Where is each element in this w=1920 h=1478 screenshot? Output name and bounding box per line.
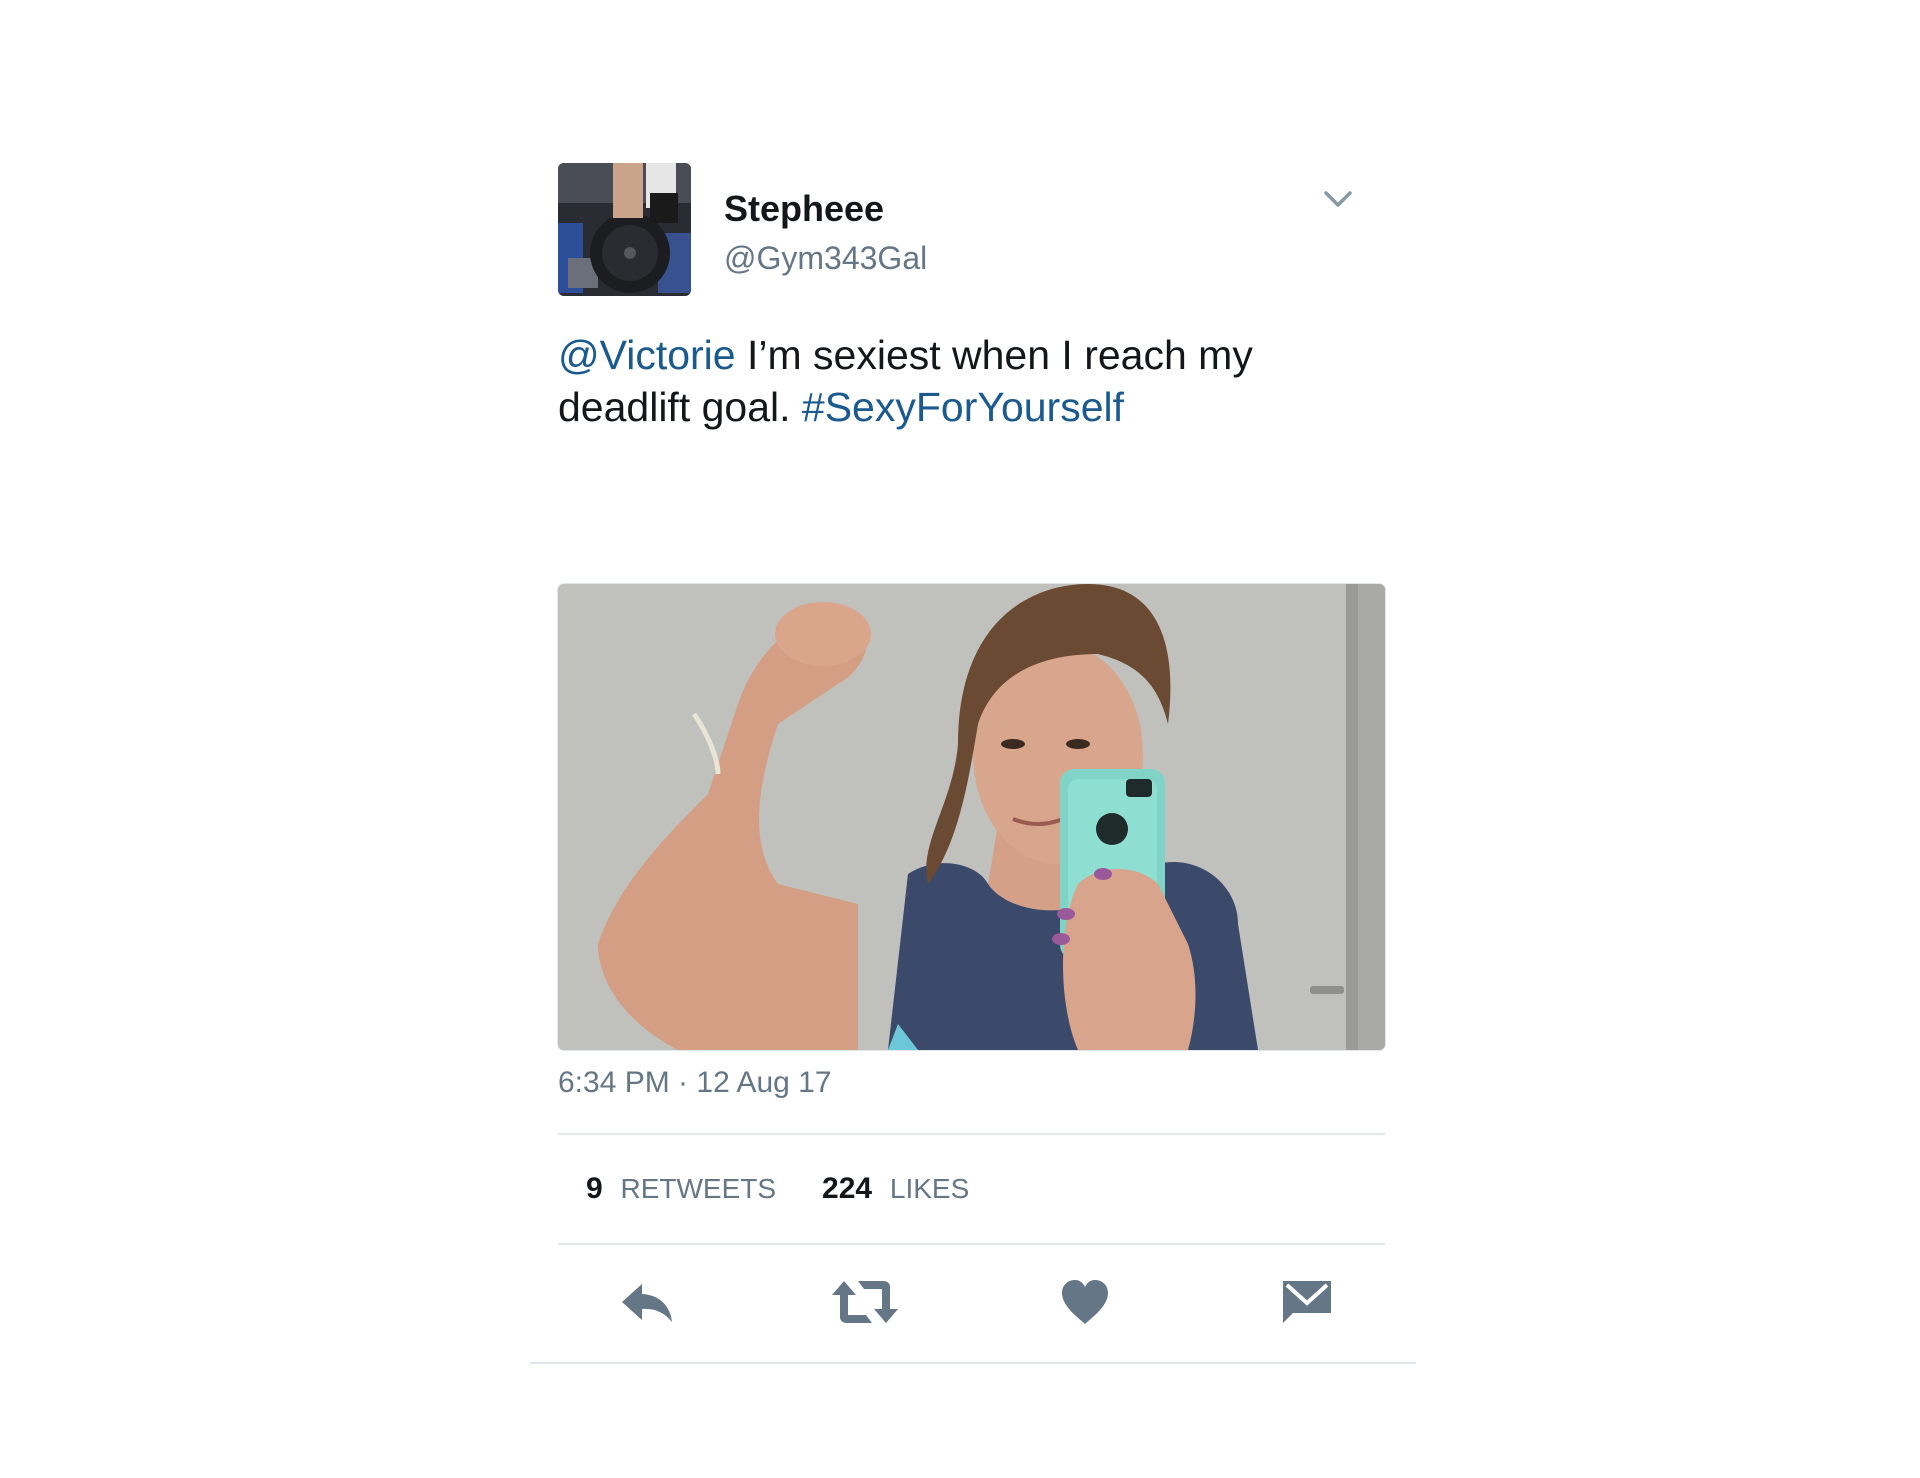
heart-icon	[1062, 1280, 1108, 1324]
message-button[interactable]	[1272, 1272, 1342, 1332]
hashtag-link[interactable]: #SexyForYourself	[802, 384, 1124, 430]
envelope-icon	[1283, 1281, 1331, 1323]
divider	[558, 1133, 1385, 1135]
user-handle[interactable]: @Gym343Gal	[724, 240, 927, 277]
likes-stat[interactable]: 224 LIKES	[822, 1172, 969, 1206]
tweet-text: @Victorie I’m sexiest when I reach my de…	[558, 329, 1358, 433]
tweet-card: Stepheee @Gym343Gal @Victorie I’m sexies…	[530, 0, 1416, 1478]
divider	[530, 1362, 1416, 1364]
retweet-icon	[832, 1281, 898, 1323]
chevron-down-icon[interactable]	[1322, 186, 1354, 212]
reply-icon	[622, 1284, 672, 1322]
display-name[interactable]: Stepheee	[724, 188, 884, 230]
retweet-button[interactable]	[830, 1272, 900, 1332]
retweets-count: 9	[586, 1172, 603, 1205]
retweets-label: RETWEETS	[620, 1173, 777, 1204]
tweet-timestamp[interactable]: 6:34 PM · 12 Aug 17	[558, 1066, 832, 1100]
reply-button[interactable]	[612, 1272, 682, 1332]
mention-link[interactable]: @Victorie	[558, 332, 736, 378]
tweet-stats: 9 RETWEETS 224 LIKES	[586, 1172, 969, 1206]
tweet-photo[interactable]	[558, 584, 1385, 1050]
retweets-stat[interactable]: 9 RETWEETS	[586, 1172, 776, 1206]
divider	[558, 1243, 1385, 1245]
likes-label: LIKES	[889, 1173, 970, 1204]
avatar[interactable]	[558, 163, 691, 296]
like-button[interactable]	[1050, 1272, 1120, 1332]
likes-count: 224	[822, 1172, 873, 1205]
